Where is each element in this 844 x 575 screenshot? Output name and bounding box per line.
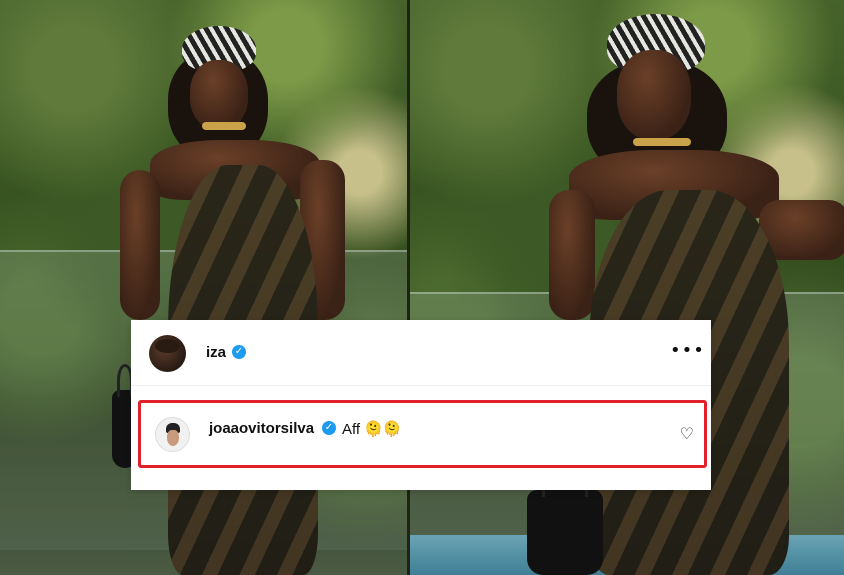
verified-badge-icon: ✓ [322,421,336,435]
highlighted-comment: joaaovitorsilva ✓ Aff 🫠🫠 ♡ [138,400,707,468]
more-options-icon[interactable]: ••• [670,342,704,360]
heart-icon[interactable]: ♡ [680,426,694,442]
post-header: iza ✓ ••• [131,320,711,386]
comment-text: Aff 🫠🫠 [342,421,402,438]
commenter-avatar[interactable] [155,417,190,452]
verified-badge-icon: ✓ [232,345,246,359]
commenter-username[interactable]: joaaovitorsilva [209,420,314,437]
handbag-right [527,464,603,575]
comment-card: iza ✓ ••• joaaovitorsilva ✓ Aff 🫠🫠 ♡ [131,320,711,490]
author-avatar[interactable] [149,335,186,372]
author-username[interactable]: iza [206,344,226,361]
